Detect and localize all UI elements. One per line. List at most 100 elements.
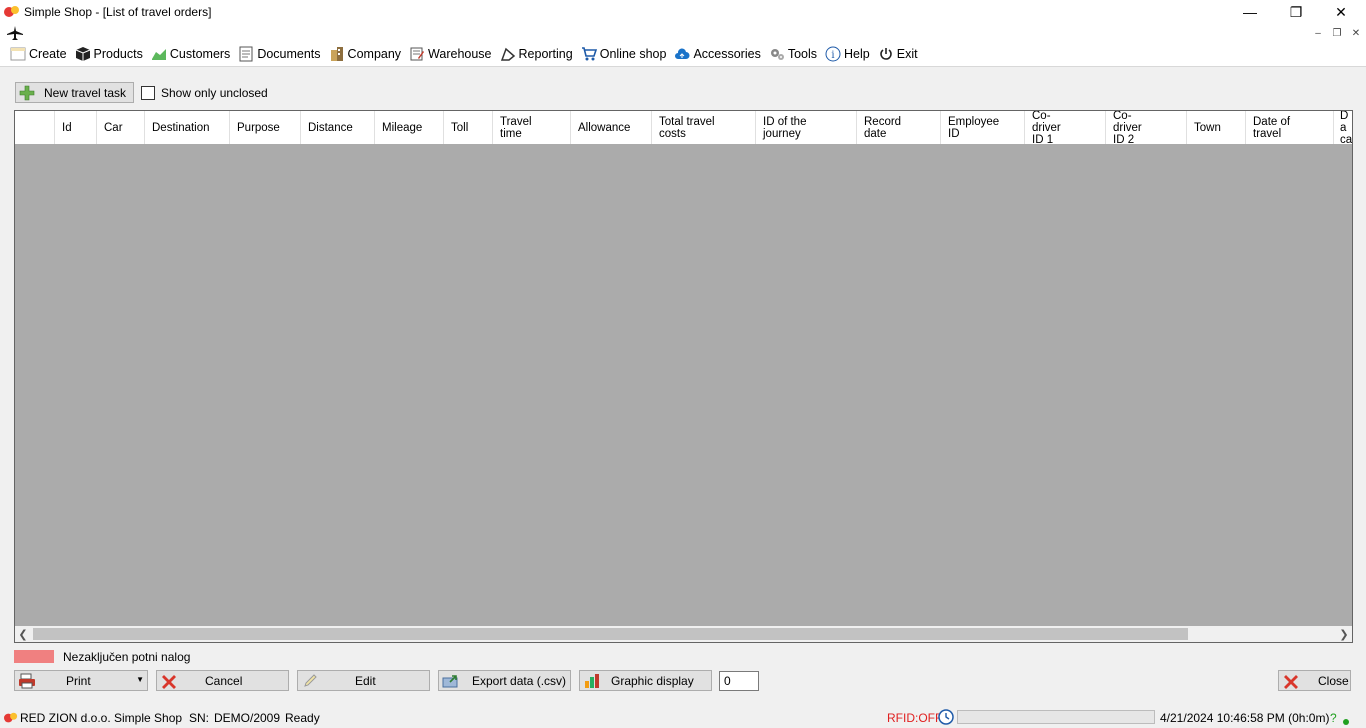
pencil-icon (301, 673, 319, 689)
horizontal-scrollbar[interactable]: ❮ ❯ (15, 626, 1352, 642)
column-header-date-of-travel[interactable]: Date of travel (1246, 111, 1334, 144)
mdi-minimize-button[interactable]: – (1310, 26, 1326, 40)
travel-orders-grid[interactable]: Id Car Destination Purpose Distance Mile… (14, 110, 1353, 643)
export-label: Export data (.csv) (472, 673, 567, 688)
status-ready: Ready (285, 711, 320, 725)
graphic-display-button[interactable]: Graphic display (579, 670, 712, 691)
status-help-icon[interactable]: ? (1330, 711, 1337, 725)
column-header-total-travel-costs[interactable]: Total travel costs (652, 111, 756, 144)
cancel-button[interactable]: Cancel (156, 670, 289, 691)
app-logo-icon (4, 4, 20, 20)
export-icon (442, 673, 460, 689)
column-header-purpose[interactable]: Purpose (230, 111, 301, 144)
show-only-unclosed-checkbox[interactable]: Show only unclosed (141, 86, 268, 100)
cancel-icon (160, 673, 178, 689)
mdi-close-icon: ✕ (1351, 27, 1361, 39)
column-header-record-date[interactable]: Record date (857, 111, 941, 144)
new-travel-task-button[interactable]: New travel task (15, 82, 134, 103)
menu-label: Online shop (599, 47, 667, 61)
title-bar: Simple Shop - [List of travel orders] — … (0, 0, 1366, 24)
legend-label: Nezaključen potni nalog (63, 650, 191, 664)
close-button[interactable]: Close (1278, 670, 1351, 691)
menu-online-shop[interactable]: Online shop (579, 43, 673, 65)
online-status-icon (1343, 714, 1349, 728)
customers-icon (151, 46, 167, 62)
menu-create[interactable]: Create (8, 43, 73, 65)
show-only-unclosed-label: Show only unclosed (161, 86, 268, 100)
close-window-button[interactable]: ✕ (1318, 0, 1364, 24)
box-icon (75, 46, 91, 62)
column-header-selector[interactable] (15, 111, 55, 144)
column-header-mileage[interactable]: Mileage (375, 111, 444, 144)
menu-accessories[interactable]: Accessories (672, 43, 766, 65)
menu-label: Accessories (693, 47, 761, 61)
reporting-icon (500, 46, 516, 62)
clock-icon (938, 709, 954, 728)
dropdown-arrow-icon[interactable]: ▼ (136, 675, 144, 684)
cloud-icon (674, 46, 690, 62)
status-sn-value: DEMO/2009 (214, 711, 281, 725)
restore-button[interactable]: ❐ (1273, 0, 1319, 24)
record-count-field[interactable]: 0 (719, 671, 759, 691)
info-icon: i (825, 46, 841, 62)
menu-company[interactable]: Company (327, 43, 408, 65)
export-csv-button[interactable]: Export data (.csv) (438, 670, 571, 691)
menu-label: Company (347, 47, 402, 61)
gears-icon (769, 46, 785, 62)
menu-reporting[interactable]: Reporting (498, 43, 579, 65)
status-progress-bar (957, 710, 1155, 724)
column-header-employee-id[interactable]: Employee ID (941, 111, 1025, 144)
create-icon (10, 46, 26, 62)
menu-help[interactable]: i Help (823, 43, 876, 65)
print-button[interactable]: Print ▼ (14, 670, 148, 691)
mdi-control-row (0, 24, 1366, 42)
column-header-co-driver-1[interactable]: Co-driver ID 1 (1025, 111, 1106, 144)
menu-documents[interactable]: Documents (236, 43, 326, 65)
scroll-left-icon[interactable]: ❮ (15, 626, 31, 642)
menu-products[interactable]: Products (73, 43, 149, 65)
menu-tools[interactable]: Tools (767, 43, 823, 65)
printer-icon (18, 673, 36, 689)
status-datetime: 4/21/2024 10:46:58 PM (0h:0m) (1160, 711, 1330, 725)
grid-header: Id Car Destination Purpose Distance Mile… (15, 111, 1352, 144)
status-rfid: RFID:OFF (887, 711, 943, 725)
mdi-restore-button[interactable]: ❐ (1329, 26, 1345, 40)
column-header-distance[interactable]: Distance (301, 111, 375, 144)
cart-icon (581, 46, 597, 62)
status-sn-label: SN: (189, 711, 210, 725)
restore-icon: ❐ (1289, 3, 1303, 20)
menu-label: Tools (787, 47, 818, 61)
mdi-close-button[interactable]: ✕ (1348, 26, 1364, 40)
column-header-truncated[interactable]: Da ca (1334, 111, 1352, 144)
building-icon (329, 46, 345, 62)
menu-exit[interactable]: Exit (876, 43, 924, 65)
menu-label: Help (844, 47, 870, 61)
power-icon (878, 46, 894, 62)
column-header-travel-time[interactable]: Travel time (493, 111, 571, 144)
column-header-id[interactable]: Id (55, 111, 97, 144)
bar-chart-icon (583, 673, 601, 689)
checkbox-box[interactable] (141, 86, 155, 100)
plus-icon (18, 85, 36, 101)
new-travel-task-label: New travel task (44, 85, 127, 100)
document-icon (238, 46, 254, 62)
column-header-destination[interactable]: Destination (145, 111, 230, 144)
column-header-journey-id[interactable]: ID of the journey (756, 111, 857, 144)
column-header-allowance[interactable]: Allowance (571, 111, 652, 144)
scrollbar-thumb[interactable] (33, 628, 1188, 640)
close-label: Close (1318, 673, 1349, 688)
scroll-right-icon[interactable]: ❯ (1336, 626, 1352, 642)
menu-warehouse[interactable]: Warehouse (407, 43, 497, 65)
status-logo-icon (4, 711, 18, 728)
edit-button[interactable]: Edit (297, 670, 430, 691)
minimize-button[interactable]: — (1227, 0, 1273, 24)
minimize-icon: — (1243, 4, 1257, 20)
column-header-car[interactable]: Car (97, 111, 145, 144)
column-header-toll[interactable]: Toll (444, 111, 493, 144)
column-header-town[interactable]: Town (1187, 111, 1246, 144)
menu-label: Warehouse (428, 47, 492, 61)
mdi-minimize-icon: – (1315, 27, 1321, 39)
menu-customers[interactable]: Customers (149, 43, 236, 65)
print-label: Print (66, 673, 91, 688)
column-header-co-driver-2[interactable]: Co-driver ID 2 (1106, 111, 1187, 144)
